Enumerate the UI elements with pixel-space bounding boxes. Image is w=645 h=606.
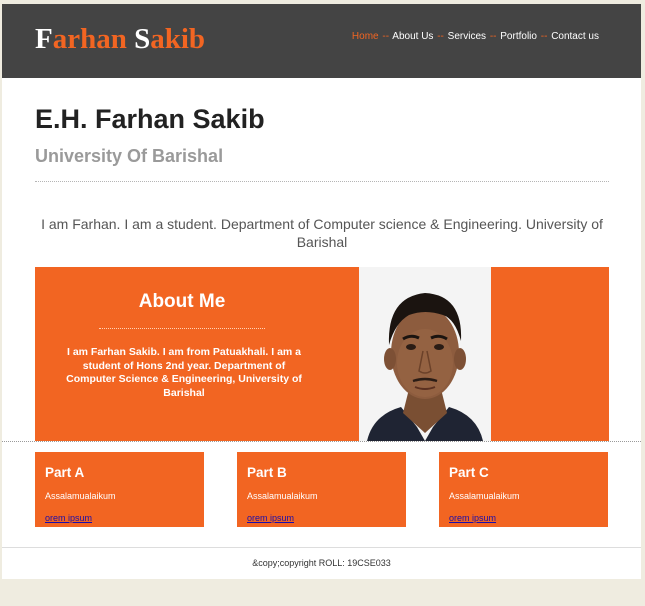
part-a-text: Assalamualaikum (45, 491, 116, 501)
part-b-link[interactable]: orem ipsum (247, 513, 294, 523)
part-b-card: Part B Assalamualaikum orem ipsum (237, 452, 406, 527)
page-subtitle: University Of Barishal (35, 146, 224, 166)
divider (35, 181, 609, 182)
part-a-card: Part A Assalamualaikum orem ipsum (35, 452, 204, 527)
nav-separator: -- (540, 31, 548, 42)
nav-separator: -- (437, 31, 444, 42)
nav-home[interactable]: Home (352, 31, 379, 42)
profile-photo (359, 267, 491, 441)
intro-text: I am Farhan. I am a student. Department … (41, 216, 603, 250)
part-c-card: Part C Assalamualaikum orem ipsum (439, 452, 608, 527)
nav-portfolio[interactable]: Portfolio (500, 31, 537, 42)
about-divider (99, 328, 265, 329)
part-c-link[interactable]: orem ipsum (449, 513, 496, 523)
part-b-text: Assalamualaikum (247, 491, 318, 501)
footer-divider (2, 547, 641, 548)
main-nav: Home -- About Us -- Services -- Portfoli… (352, 30, 599, 44)
nav-separator: -- (489, 31, 497, 42)
about-text: I am Farhan Sakib. I am from Patuakhali.… (66, 346, 302, 399)
nav-about-us[interactable]: About Us (392, 31, 433, 42)
part-c-title: Part C (449, 465, 489, 480)
profile-photo-image (359, 267, 491, 441)
part-b-title: Part B (247, 465, 287, 480)
part-a-title: Part A (45, 465, 85, 480)
site-header: Farhan Sakib Home -- About Us -- Service… (2, 4, 641, 78)
nav-services[interactable]: Services (448, 31, 486, 42)
nav-contact-us[interactable]: Contact us (551, 31, 599, 42)
logo-initial-s: S (134, 23, 151, 55)
page-title: E.H. Farhan Sakib (35, 104, 265, 134)
about-section: About Me I am Farhan Sakib. I am from Pa… (35, 267, 609, 441)
part-a-link[interactable]: orem ipsum (45, 513, 92, 523)
nav-separator: -- (382, 31, 390, 42)
part-c-text: Assalamualaikum (449, 491, 520, 501)
logo-initial-f: F (35, 23, 53, 55)
logo-first-name-rest: arhan (52, 23, 127, 55)
about-heading: About Me (138, 291, 226, 312)
page: Farhan Sakib Home -- About Us -- Service… (2, 4, 641, 579)
footer-copyright: &copy;copyright ROLL: 19CSE033 (252, 558, 391, 568)
section-divider (2, 441, 641, 442)
site-logo[interactable]: Farhan Sakib (35, 22, 205, 56)
logo-last-name-rest: akib (150, 23, 206, 55)
